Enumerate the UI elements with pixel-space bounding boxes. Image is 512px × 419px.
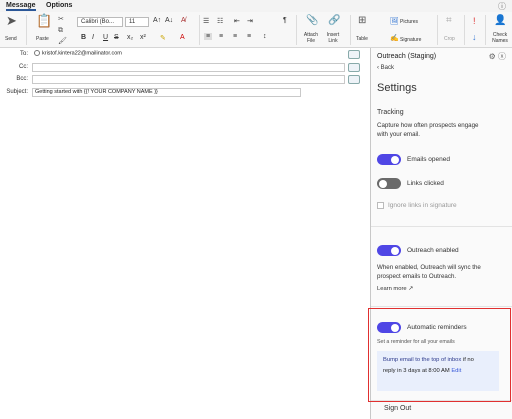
ignore-links-label: Ignore links in signature xyxy=(388,202,457,209)
paste-button[interactable]: Paste xyxy=(36,36,49,42)
panel-title: Outreach (Staging) xyxy=(377,53,437,60)
back-label: Back xyxy=(380,65,395,71)
tracking-desc-2: with your email. xyxy=(377,131,420,138)
table-button[interactable]: Table xyxy=(356,36,368,42)
sign-out-button[interactable]: Sign Out xyxy=(384,405,411,412)
crop-icon: ⌗ xyxy=(446,15,452,26)
tab-message[interactable]: Message xyxy=(6,2,36,11)
send-icon[interactable]: ➤ xyxy=(6,14,17,27)
outreach-enabled-label: Outreach enabled xyxy=(407,247,459,254)
paste-icon[interactable]: 📋 xyxy=(36,14,52,27)
crop-button: Crop xyxy=(444,36,455,42)
back-link[interactable]: ‹ Back xyxy=(377,65,394,71)
settings-heading: Settings xyxy=(377,82,417,94)
priority-high-icon[interactable]: ! xyxy=(473,16,476,26)
align-left-icon[interactable]: ≡ xyxy=(204,33,213,40)
learn-more-label: Learn more xyxy=(377,286,407,292)
to-field[interactable]: kristof.kintera22@mailinator.com xyxy=(32,50,345,59)
signature-icon[interactable]: ✍ xyxy=(390,34,399,44)
enabled-desc-2: prospect emails to Outreach. xyxy=(377,273,457,280)
numbering-icon[interactable]: ☷ xyxy=(217,17,223,25)
pictures-button[interactable]: Pictures xyxy=(400,19,418,25)
font-select[interactable]: Calibri (Bo... xyxy=(77,17,123,27)
ribbon-toolbar: ➤ Send 📋 Paste ✂ ⧉ 🖌 Calibri (Bo... 11 A… xyxy=(0,12,512,48)
panel-settings-icon[interactable]: ⚙ ⓧ xyxy=(489,51,506,62)
to-label: To: xyxy=(19,51,28,57)
insert-link-button[interactable]: Insert Link xyxy=(322,32,344,44)
highlight-box xyxy=(368,308,511,402)
bcc-label: Bcc: xyxy=(16,76,28,82)
cc-label: Cc: xyxy=(19,64,28,70)
table-icon[interactable]: ⊞ xyxy=(358,16,366,26)
send-button[interactable]: Send xyxy=(5,36,17,42)
subscript-button[interactable]: x₂ xyxy=(127,34,133,41)
signature-button[interactable]: Signature xyxy=(400,37,421,43)
to-address-book-button[interactable] xyxy=(348,50,360,59)
clear-format-icon[interactable]: A̸ xyxy=(181,17,186,24)
check-names-button[interactable]: Check Names xyxy=(488,32,512,44)
link-icon[interactable]: 🔗 xyxy=(328,16,340,26)
bullets-icon[interactable]: ☰ xyxy=(203,17,209,25)
priority-low-icon[interactable]: ↓ xyxy=(472,32,477,42)
underline-button[interactable]: U xyxy=(103,34,108,41)
tab-options[interactable]: Options xyxy=(46,2,72,9)
links-clicked-toggle[interactable] xyxy=(377,178,401,189)
message-header: To: kristof.kintera22@mailinator.com Cc:… xyxy=(0,48,370,100)
shrink-font-icon[interactable]: A↓ xyxy=(165,17,173,24)
align-center-icon[interactable]: ≡ xyxy=(219,33,223,40)
strikethrough-button[interactable]: S xyxy=(114,34,119,41)
bold-button[interactable]: B xyxy=(81,34,86,41)
check-names-icon[interactable]: 👤 xyxy=(494,16,506,26)
emails-opened-toggle[interactable] xyxy=(377,154,401,165)
bcc-field[interactable] xyxy=(32,75,345,84)
to-recipient[interactable]: kristof.kintera22@mailinator.com xyxy=(42,50,122,56)
enabled-desc-1: When enabled, Outreach will sync the xyxy=(377,264,481,271)
highlight-icon[interactable]: ✎ xyxy=(160,34,166,42)
help-icon[interactable]: ⓘ xyxy=(498,1,506,12)
tracking-heading: Tracking xyxy=(377,109,404,116)
ribbon-tabs: Message Options ⓘ xyxy=(0,0,512,12)
subject-field[interactable]: Getting started with {{! YOUR COMPANY NA… xyxy=(32,88,301,97)
italic-button[interactable]: I xyxy=(92,34,94,41)
indent-icon[interactable]: ⇥ xyxy=(247,17,253,25)
outdent-icon[interactable]: ⇤ xyxy=(234,17,240,25)
font-color-icon[interactable]: A xyxy=(180,34,185,41)
cc-field[interactable] xyxy=(32,63,345,72)
divider xyxy=(371,306,512,307)
format-painter-icon[interactable]: 🖌 xyxy=(58,37,67,47)
size-select[interactable]: 11 xyxy=(125,17,149,27)
superscript-button[interactable]: x² xyxy=(140,34,146,41)
outreach-enabled-toggle[interactable] xyxy=(377,245,401,256)
cut-icon[interactable]: ✂ xyxy=(58,15,64,25)
subject-label: Subject: xyxy=(6,89,28,95)
tracking-desc-1: Capture how often prospects engage xyxy=(377,122,479,129)
links-clicked-label: Links clicked xyxy=(407,180,444,187)
attach-file-button[interactable]: Attach File xyxy=(300,32,322,44)
learn-more-link[interactable]: Learn more ↗ xyxy=(377,285,413,294)
recipient-icon xyxy=(34,50,40,56)
copy-icon[interactable]: ⧉ xyxy=(58,26,63,36)
paragraph-icon[interactable]: ¶ xyxy=(283,17,287,24)
cc-address-book-button[interactable] xyxy=(348,63,360,72)
justify-icon[interactable]: ≡ xyxy=(247,33,251,40)
external-link-icon: ↗ xyxy=(408,286,414,292)
divider xyxy=(371,226,512,227)
line-spacing-icon[interactable]: ↕ xyxy=(263,33,267,40)
bcc-address-book-button[interactable] xyxy=(348,75,360,84)
emails-opened-label: Emails opened xyxy=(407,156,450,163)
pictures-icon[interactable]: 🖼 xyxy=(390,17,399,27)
align-right-icon[interactable]: ≡ xyxy=(233,33,237,40)
attach-icon[interactable]: 📎 xyxy=(306,16,318,26)
grow-font-icon[interactable]: A↑ xyxy=(153,17,161,24)
message-body[interactable] xyxy=(0,100,370,419)
ignore-links-checkbox[interactable] xyxy=(377,202,384,209)
